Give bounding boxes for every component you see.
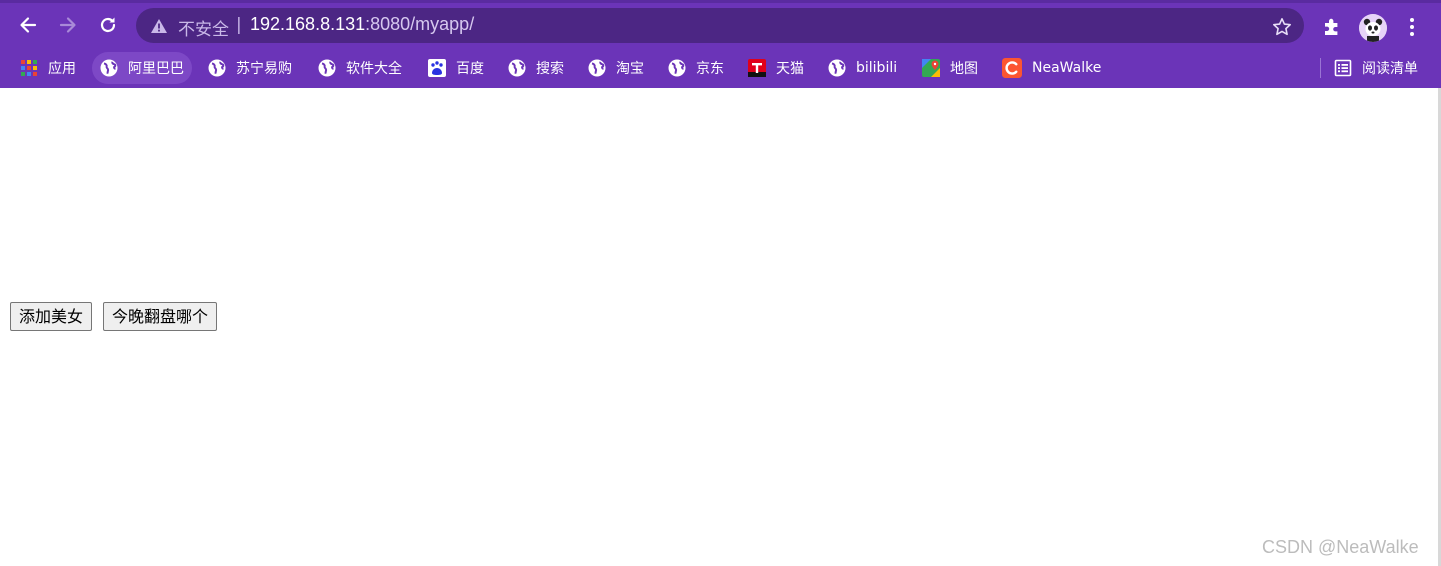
- bookmark-software[interactable]: 软件大全: [310, 52, 410, 84]
- bookmark-tmall[interactable]: 天猫: [740, 52, 812, 84]
- security-label[interactable]: 不安全: [178, 15, 229, 40]
- reading-list-icon: [1334, 59, 1352, 77]
- flip-tonight-button[interactable]: 今晚翻盘哪个: [103, 302, 218, 331]
- url-text[interactable]: 192.168.8.131:8080/myapp/: [250, 14, 474, 35]
- bookmark-jd[interactable]: 京东: [660, 52, 732, 84]
- bookmark-label: 苏宁易购: [236, 61, 292, 77]
- add-beauty-button[interactable]: 添加美女: [10, 302, 93, 331]
- globe-icon: [668, 59, 686, 77]
- bookmark-label: 京东: [696, 61, 724, 77]
- forward-arrow-icon: [59, 17, 76, 33]
- globe-icon: [100, 59, 118, 77]
- globe-icon: [208, 59, 226, 77]
- forward-button[interactable]: [56, 13, 80, 37]
- bookmark-bilibili[interactable]: bilibili: [820, 52, 905, 84]
- bookmark-label: 淘宝: [616, 61, 644, 77]
- bookmark-search[interactable]: 搜索: [500, 52, 572, 84]
- globe-icon: [318, 59, 336, 77]
- reading-list-label: 阅读清单: [1362, 61, 1418, 77]
- address-bar[interactable]: 不安全 | 192.168.8.131:8080/myapp/: [136, 8, 1304, 43]
- bookmark-label: 应用: [48, 61, 76, 77]
- bookmark-label: NeaWalke: [1032, 60, 1102, 76]
- bookmark-label: 地图: [950, 61, 978, 77]
- kebab-menu-icon[interactable]: [1404, 15, 1420, 39]
- url-host: 192.168.8.131: [250, 14, 366, 34]
- bookmark-label: 软件大全: [346, 61, 402, 77]
- maps-icon: [922, 59, 940, 77]
- profile-avatar[interactable]: [1359, 14, 1387, 42]
- bookmark-apps[interactable]: 应用: [12, 52, 84, 84]
- extensions-puzzle-icon[interactable]: [1321, 16, 1343, 38]
- reading-list-button[interactable]: 阅读清单: [1326, 52, 1426, 84]
- apps-grid-icon: [21, 60, 37, 76]
- panda-avatar-icon: [1359, 14, 1387, 42]
- security-separator: |: [236, 15, 242, 35]
- bookmarks-divider: [1320, 58, 1321, 78]
- bookmark-label: bilibili: [856, 60, 898, 76]
- warning-triangle-icon[interactable]: [150, 17, 168, 35]
- bookmark-star-icon[interactable]: [1272, 17, 1292, 37]
- reload-icon: [100, 17, 116, 33]
- csdn-watermark: CSDN @NeaWalke: [1262, 537, 1419, 557]
- globe-icon: [828, 59, 846, 77]
- globe-icon: [588, 59, 606, 77]
- back-button[interactable]: [16, 13, 40, 37]
- bookmark-label: 搜索: [536, 61, 564, 77]
- bookmark-neawalke[interactable]: NeaWalke: [994, 52, 1109, 84]
- reload-button[interactable]: [96, 13, 120, 37]
- bookmark-baidu[interactable]: 百度: [420, 52, 492, 84]
- browser-toolbar: 不安全 | 192.168.8.131:8080/myapp/: [0, 0, 1441, 48]
- bookmark-alibaba[interactable]: 阿里巴巴: [92, 52, 192, 84]
- globe-icon: [508, 59, 526, 77]
- baidu-paw-icon: [428, 59, 446, 77]
- back-arrow-icon: [20, 17, 37, 33]
- bookmark-label: 阿里巴巴: [128, 61, 184, 77]
- bookmark-label: 天猫: [776, 61, 804, 77]
- bookmark-maps[interactable]: 地图: [914, 52, 986, 84]
- bookmark-suning[interactable]: 苏宁易购: [200, 52, 300, 84]
- url-path: :8080/myapp/: [365, 14, 475, 34]
- csdn-c-icon: [1002, 58, 1022, 78]
- bookmarks-bar: 应用 阿里巴巴 苏宁易购 软件大全 百度 搜索 淘宝 京东 天猫 bilibil…: [0, 48, 1441, 88]
- tmall-icon: [748, 59, 766, 77]
- bookmark-label: 百度: [456, 61, 484, 77]
- bookmark-taobao[interactable]: 淘宝: [580, 52, 652, 84]
